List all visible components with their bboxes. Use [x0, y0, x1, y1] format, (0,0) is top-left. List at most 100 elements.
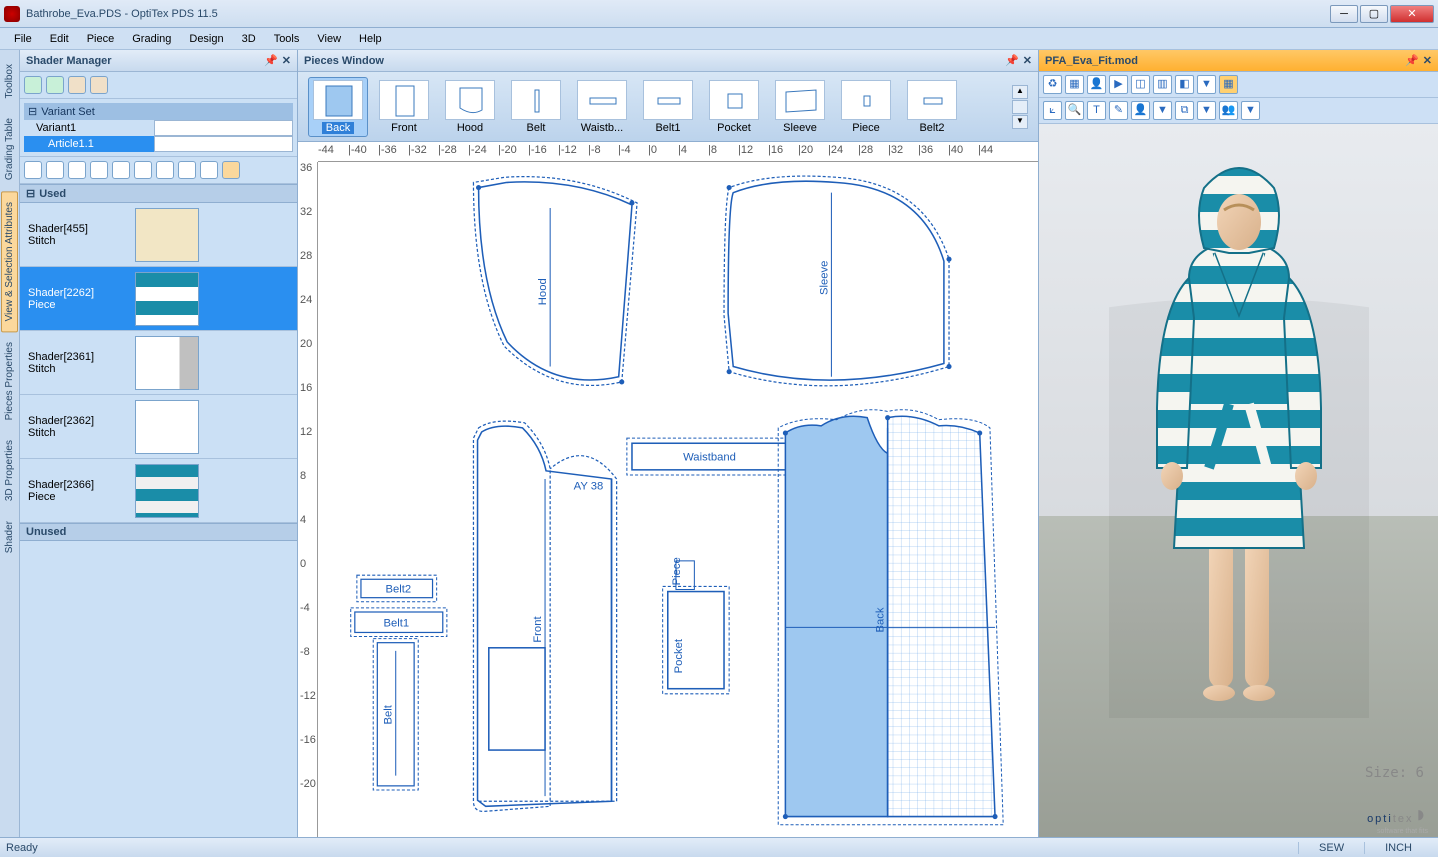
article-value[interactable] — [154, 136, 293, 152]
piece-thumbnail-bar: BackFrontHoodBeltWaistb...Belt1PocketSle… — [298, 72, 1038, 142]
menu-design[interactable]: Design — [181, 30, 231, 48]
variant1-item[interactable]: Variant1 — [24, 120, 154, 136]
shader-panel-title: Shader Manager — [26, 55, 112, 67]
piece-scroll-up[interactable]: ▲ — [1012, 85, 1028, 99]
piece-btn-back[interactable]: Back — [308, 77, 368, 137]
menu-help[interactable]: Help — [351, 30, 390, 48]
sidetab-shader[interactable]: Shader — [2, 511, 17, 563]
panel-close-icon[interactable]: ✕ — [1023, 54, 1032, 67]
menu-grading[interactable]: Grading — [124, 30, 179, 48]
variant-icon-3[interactable] — [68, 76, 86, 94]
used-header[interactable]: ⊟Used — [20, 184, 297, 203]
pieces-title: Pieces Window — [304, 55, 384, 67]
maximize-button[interactable]: ▢ — [1360, 5, 1388, 23]
pieces-header: Pieces Window 📌 ✕ — [298, 50, 1038, 72]
variant-icon-1[interactable] — [24, 76, 42, 94]
shader-tool-5[interactable] — [112, 161, 130, 179]
menu-edit[interactable]: Edit — [42, 30, 77, 48]
article-item[interactable]: Article1.1 — [24, 136, 154, 152]
shader-tool-8[interactable] — [178, 161, 196, 179]
pin-icon[interactable]: 📌 — [1405, 54, 1419, 67]
variant-set-header[interactable]: ⊟Variant Set — [24, 103, 293, 120]
shader-item-4[interactable]: Shader[2366]Piece — [20, 459, 297, 523]
svg-text:Back: Back — [875, 607, 887, 632]
3d-viewport[interactable]: Size: 6 optitex◗ software that fits — [1039, 124, 1438, 837]
svg-text:Belt: Belt — [383, 704, 395, 724]
shader-tool-4[interactable] — [90, 161, 108, 179]
3d-tool-b6[interactable]: ▼ — [1153, 101, 1172, 120]
piece-btn-front[interactable]: Front — [374, 77, 434, 137]
3d-recycle-icon[interactable]: ♻ — [1043, 75, 1062, 94]
3d-person-icon[interactable]: 👤 — [1131, 101, 1150, 120]
piece-btn-piece[interactable]: Piece — [836, 77, 896, 137]
shader-tool-6[interactable] — [134, 161, 152, 179]
pattern-drawing: Hood Sleeve Waistband — [318, 162, 1038, 837]
shader-tool-9[interactable] — [200, 161, 218, 179]
3d-tool-b10[interactable]: ▼ — [1241, 101, 1260, 120]
piece-btn-waistb[interactable]: Waistb... — [572, 77, 632, 137]
shader-tool-1[interactable] — [24, 161, 42, 179]
3d-zoom-icon[interactable]: 🔍 — [1065, 101, 1084, 120]
logo-tagline: software that fits — [1377, 828, 1428, 835]
3d-people-icon[interactable]: 👥 — [1219, 101, 1238, 120]
piece-btn-belt[interactable]: Belt — [506, 77, 566, 137]
app-icon — [4, 6, 20, 22]
pieces-window: Pieces Window 📌✕ BackFrontHoodBeltWaistb… — [298, 50, 1038, 837]
piece-btn-sleeve[interactable]: Sleeve — [770, 77, 830, 137]
piece-scroll-down[interactable]: ▼ — [1012, 115, 1028, 129]
3d-tool-5[interactable]: ◫ — [1131, 75, 1150, 94]
3d-pen-icon[interactable]: ✎ — [1109, 101, 1128, 120]
menu-bar: File Edit Piece Grading Design 3D Tools … — [0, 28, 1438, 50]
svg-text:Hood: Hood — [537, 278, 549, 305]
close-button[interactable]: ✕ — [1390, 5, 1434, 23]
3d-tool-b8[interactable]: ▼ — [1197, 101, 1216, 120]
3d-avatar-icon[interactable]: 👤 — [1087, 75, 1106, 94]
menu-piece[interactable]: Piece — [79, 30, 123, 48]
3d-tool-8[interactable]: ▼ — [1197, 75, 1216, 94]
menu-3d[interactable]: 3D — [234, 30, 264, 48]
shader-tool-3[interactable] — [68, 161, 86, 179]
piece-btn-hood[interactable]: Hood — [440, 77, 500, 137]
3d-text-icon[interactable]: T — [1087, 101, 1106, 120]
piece-btn-pocket[interactable]: Pocket — [704, 77, 764, 137]
3d-play-icon[interactable]: ▶ — [1109, 75, 1128, 94]
piece-btn-belt2[interactable]: Belt2 — [902, 77, 962, 137]
pattern-canvas[interactable]: -44|-40|-36|-32|-28|-24|-20|-16|-12|-8|-… — [298, 142, 1038, 837]
menu-file[interactable]: File — [6, 30, 40, 48]
shader-item-3[interactable]: Shader[2362]Stitch — [20, 395, 297, 459]
shader-item-2[interactable]: Shader[2361]Stitch — [20, 331, 297, 395]
shader-tool-10[interactable] — [222, 161, 240, 179]
pin-icon[interactable]: 📌 — [264, 54, 278, 67]
menu-tools[interactable]: Tools — [266, 30, 308, 48]
shader-item-0[interactable]: Shader[455]Stitch — [20, 203, 297, 267]
unused-header[interactable]: Unused — [20, 523, 297, 541]
sidetab-view-selection[interactable]: View & Selection Attributes — [1, 191, 18, 332]
panel-close-icon[interactable]: ✕ — [282, 54, 291, 67]
panel-close-icon[interactable]: ✕ — [1423, 54, 1432, 67]
3d-tool-2[interactable]: ▦ — [1065, 75, 1084, 94]
svg-text:Waistband: Waistband — [683, 452, 736, 464]
3d-grid-icon[interactable]: ▦ — [1219, 75, 1238, 94]
sidetab-grading[interactable]: Grading Table — [2, 108, 17, 190]
svg-text:Belt1: Belt1 — [383, 617, 409, 629]
piece-scroll-thumb[interactable] — [1012, 100, 1028, 114]
title-bar: Bathrobe_Eva.PDS - OptiTex PDS 11.5 ─ ▢ … — [0, 0, 1438, 28]
shader-toolbar — [20, 157, 297, 184]
sidetab-toolbox[interactable]: Toolbox — [2, 54, 17, 108]
variant-icon-2[interactable] — [46, 76, 64, 94]
menu-view[interactable]: View — [309, 30, 349, 48]
variant1-value[interactable] — [154, 120, 293, 136]
shader-tool-7[interactable] — [156, 161, 174, 179]
shader-item-1[interactable]: Shader[2262]Piece — [20, 267, 297, 331]
sidetab-pieces-props[interactable]: Pieces Properties — [2, 332, 17, 430]
pin-icon[interactable]: 📌 — [1005, 54, 1019, 67]
3d-tool-6[interactable]: ▥ — [1153, 75, 1172, 94]
3d-tool-7[interactable]: ◧ — [1175, 75, 1194, 94]
3d-tool-b7[interactable]: ⧉ — [1175, 101, 1194, 120]
shader-tool-2[interactable] — [46, 161, 64, 179]
variant-icon-4[interactable] — [90, 76, 108, 94]
minimize-button[interactable]: ─ — [1330, 5, 1358, 23]
piece-btn-belt1[interactable]: Belt1 — [638, 77, 698, 137]
3d-axes-icon[interactable]: ⟀ — [1043, 101, 1062, 120]
sidetab-3d-props[interactable]: 3D Properties — [2, 430, 17, 511]
